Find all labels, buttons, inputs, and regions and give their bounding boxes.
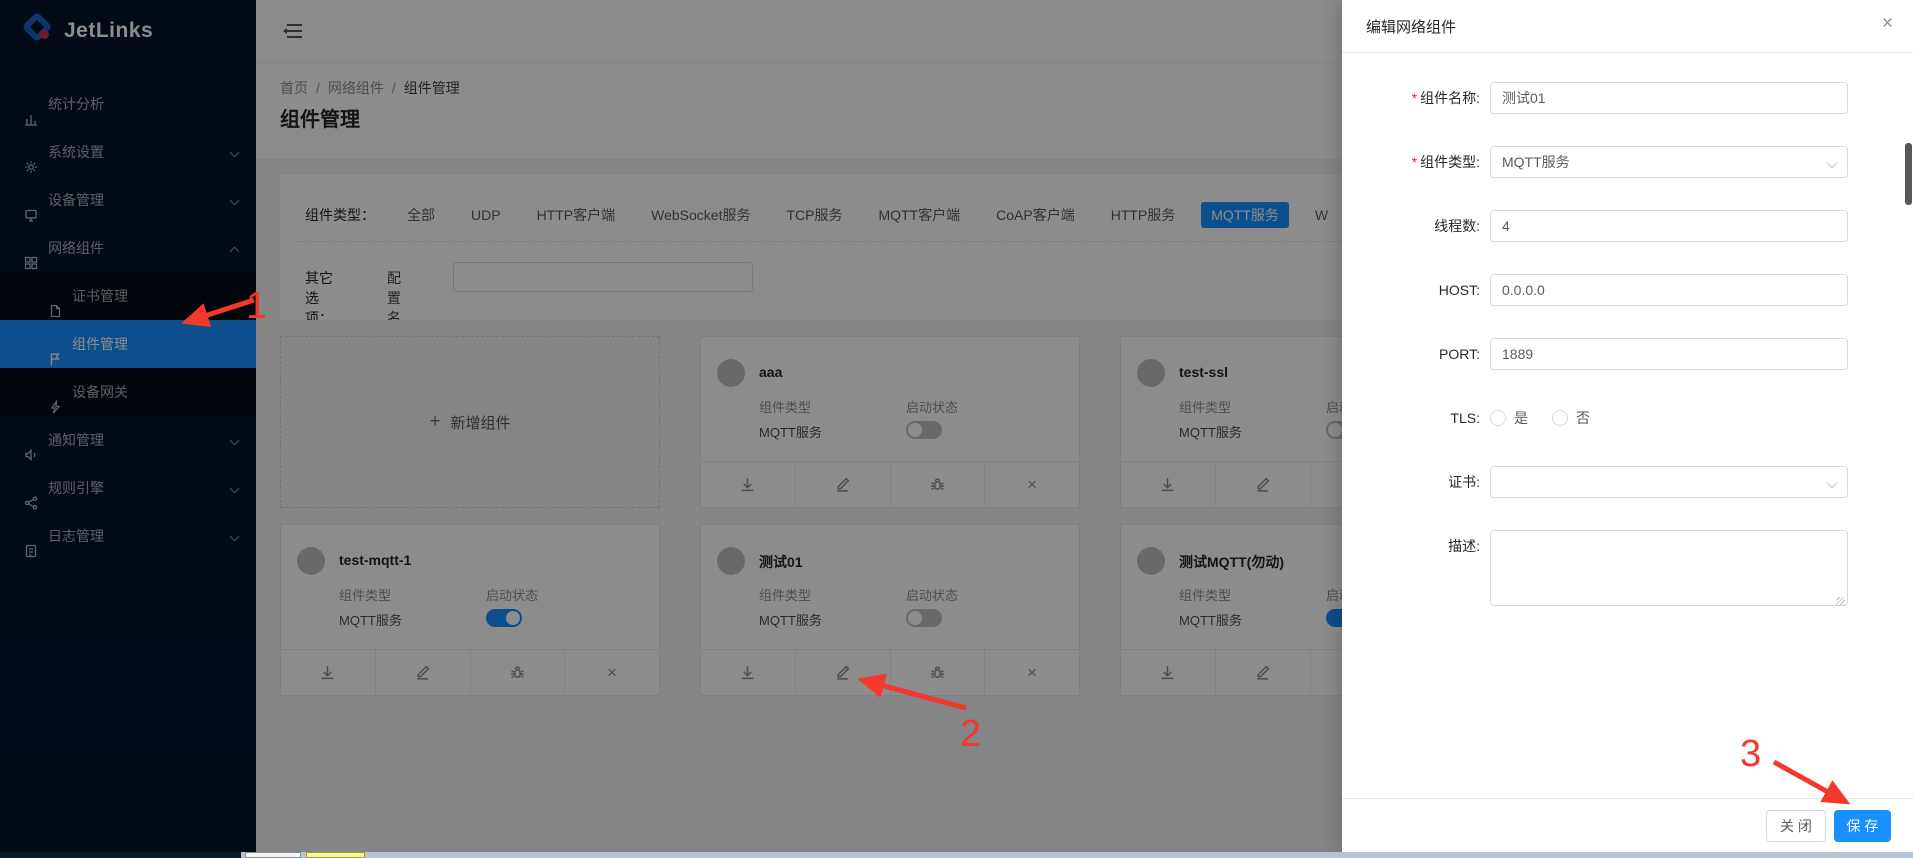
component-name-input[interactable] [1490,82,1848,114]
form-row-tls: TLS: 是 否 [1342,402,1913,434]
drawer-title: 编辑网络组件 [1366,16,1456,37]
save-button[interactable]: 保 存 [1834,810,1891,842]
tls-yes-label: 是 [1514,408,1528,428]
form-row-port: PORT: [1342,338,1913,370]
form-row-desc: 描述: [1342,530,1913,609]
threads-input[interactable] [1490,210,1848,242]
form-row-threads: 线程数: [1342,210,1913,242]
tls-yes-radio[interactable] [1490,410,1506,426]
bottom-strip-dark-segment [0,852,241,858]
close-button[interactable]: 关 闭 [1766,810,1826,842]
bottom-strip-yellow-box [306,852,365,858]
form-row-type: *组件类型: [1342,146,1913,178]
host-label: HOST: [1342,274,1480,306]
bottom-edge-strip [0,852,1913,858]
host-input[interactable] [1490,274,1848,306]
component-type-select[interactable] [1490,146,1848,178]
drawer-close-icon[interactable]: × [1882,14,1893,33]
port-label: PORT: [1342,338,1480,370]
certificate-select[interactable] [1490,466,1848,498]
threads-label: 线程数: [1342,210,1480,242]
cert-label: 证书: [1342,466,1480,498]
required-mark: * [1412,154,1417,170]
bottom-strip-white-box [245,852,301,858]
drawer-footer: 关 闭 保 存 [1342,798,1913,852]
tls-no-radio[interactable] [1552,410,1568,426]
tls-label: TLS: [1342,402,1480,434]
drawer-header: 编辑网络组件 × [1342,0,1913,53]
description-textarea[interactable] [1490,530,1848,606]
form-row-name: *组件名称: [1342,82,1913,114]
edit-network-component-drawer: 编辑网络组件 × *组件名称: *组件类型: 线程数: HOST: PORT: … [1342,0,1913,852]
required-mark: * [1412,90,1417,106]
name-label: *组件名称: [1342,82,1480,114]
form-row-host: HOST: [1342,274,1913,306]
desc-label: 描述: [1342,530,1480,609]
type-label: *组件类型: [1342,146,1480,178]
scrollbar-thumb[interactable] [1905,143,1912,205]
form-row-cert: 证书: [1342,466,1913,498]
tls-radio-group: 是 否 [1490,402,1848,434]
tls-no-label: 否 [1576,408,1590,428]
port-input[interactable] [1490,338,1848,370]
drawer-form: *组件名称: *组件类型: 线程数: HOST: PORT: TLS: 是 否 [1342,53,1913,609]
